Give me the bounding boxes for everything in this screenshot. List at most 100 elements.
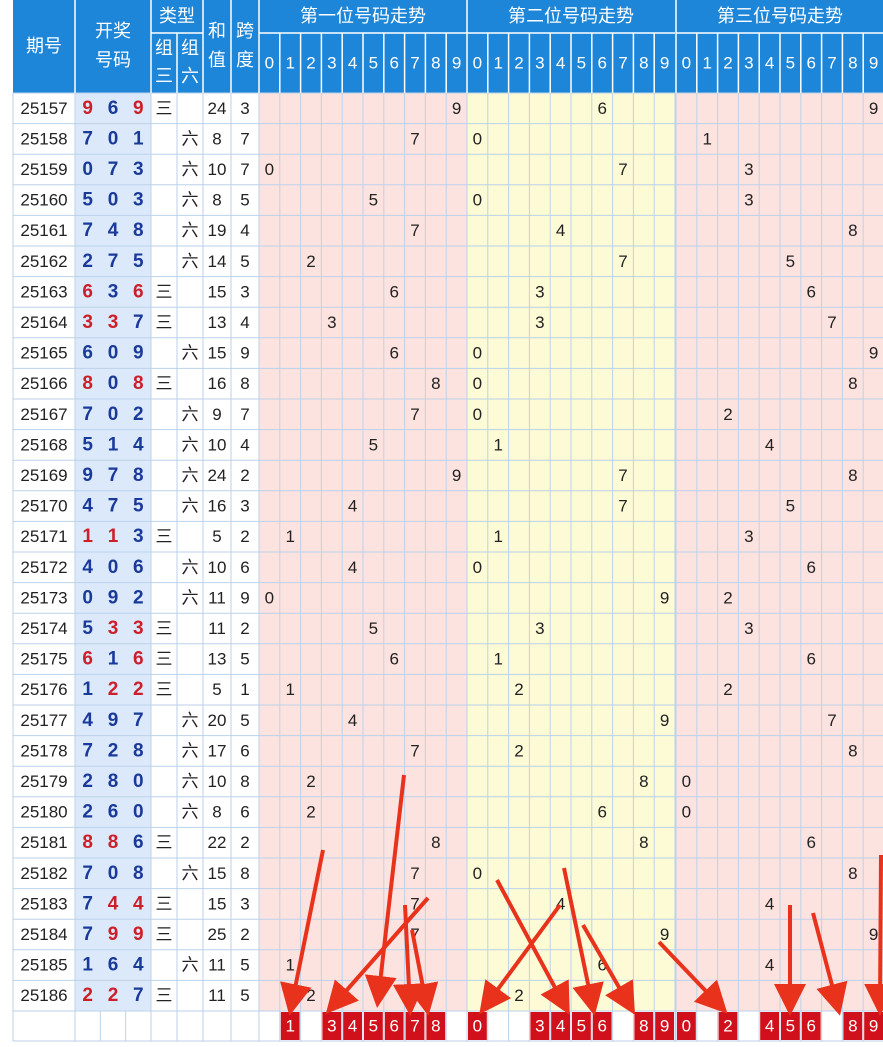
type-zu6-cell: 六 [182, 772, 199, 791]
header-sum: 值 [208, 50, 226, 70]
pick-digit: 7 [410, 1017, 419, 1036]
draw-digit: 3 [82, 312, 93, 333]
trend-grid: 期号开奖号码类型组三组六和值跨度第一位号码走势0 1 2 3 4 5 6 7 8 9第二位号码走势… [0, 0, 883, 1042]
pick-digit: 5 [577, 1017, 586, 1036]
trend-digit-pos1: 6 [389, 344, 398, 363]
draw-digit: 0 [108, 373, 119, 394]
header-digit: 0 [473, 54, 482, 73]
header-digit: 4 [348, 54, 357, 73]
trend-digit-pos3: 7 [827, 711, 836, 730]
header-digit: 1 [285, 54, 294, 73]
draw-digit: 0 [133, 802, 144, 823]
draw-digit: 0 [108, 190, 119, 211]
trend-digit-pos2: 0 [473, 864, 482, 883]
span-cell: 9 [240, 344, 249, 363]
trend-digit-pos2: 1 [493, 435, 502, 454]
header-digit: 5 [369, 54, 378, 73]
draw-digit: 3 [133, 526, 144, 547]
span-cell: 8 [240, 772, 249, 791]
sum-cell: 9 [212, 405, 221, 424]
header-digit: 0 [265, 54, 274, 73]
header-draw: 号码 [95, 50, 131, 70]
draw-digit: 9 [82, 465, 93, 486]
sum-cell: 10 [208, 160, 227, 179]
header-digit: 0 [682, 54, 691, 73]
trend-digit-pos2: 7 [618, 497, 627, 516]
trend-digit-pos2: 6 [597, 803, 606, 822]
draw-digit: 6 [133, 557, 144, 578]
trend-digit-pos1: 2 [306, 986, 315, 1005]
header-digit: 3 [327, 54, 336, 73]
type-zu3-cell: 三 [156, 925, 173, 944]
header-digit: 9 [869, 54, 878, 73]
draw-digit: 7 [108, 496, 119, 517]
period-cell: 25166 [20, 374, 67, 393]
type-zu6-cell: 六 [182, 160, 199, 179]
span-cell: 9 [240, 588, 249, 607]
sum-cell: 5 [212, 527, 221, 546]
type-zu6-cell: 六 [182, 405, 199, 424]
trend-digit-pos3: 8 [848, 221, 857, 240]
pick-digit: 2 [723, 1017, 732, 1036]
draw-digit: 3 [108, 312, 119, 333]
draw-digit: 6 [133, 832, 144, 853]
header-digit: 4 [765, 54, 774, 73]
header-zu6: 组 [181, 38, 199, 58]
header-digit: 3 [744, 54, 753, 73]
draw-digit: 7 [82, 220, 93, 241]
draw-digit: 0 [108, 404, 119, 425]
draw-digit: 9 [108, 924, 119, 945]
type-zu6-cell: 六 [182, 435, 199, 454]
type-zu3-cell: 三 [156, 650, 173, 669]
header-digit: 1 [493, 54, 502, 73]
span-cell: 2 [240, 527, 249, 546]
trend-digit-pos3: 3 [744, 527, 753, 546]
trend-digit-pos1: 1 [285, 680, 294, 699]
trend-digit-pos1: 9 [452, 99, 461, 118]
draw-digit: 6 [82, 281, 93, 302]
period-cell: 25164 [20, 313, 67, 332]
trend-digit-pos3: 3 [744, 191, 753, 210]
sum-cell: 20 [208, 711, 227, 730]
period-cell: 25160 [20, 191, 67, 210]
period-cell: 25168 [20, 435, 67, 454]
type-zu6-cell: 六 [182, 252, 199, 271]
header-digit: 9 [660, 54, 669, 73]
period-cell: 25161 [20, 221, 67, 240]
type-zu3-cell: 三 [156, 894, 173, 913]
sum-cell: 13 [208, 650, 227, 669]
header-zu6: 六 [181, 66, 199, 86]
header-digit: 7 [618, 54, 627, 73]
trend-digit-pos3: 0 [682, 803, 691, 822]
trend-digit-pos3: 4 [765, 956, 774, 975]
pick-digit: 8 [639, 1017, 648, 1036]
trend-digit-pos3: 6 [806, 558, 815, 577]
header-type: 类型 [159, 6, 195, 26]
type-zu3-cell: 三 [156, 282, 173, 301]
span-cell: 5 [240, 650, 249, 669]
span-cell: 5 [240, 986, 249, 1005]
trend-digit-pos1: 6 [389, 282, 398, 301]
header-position-title: 第三位号码走势 [717, 6, 843, 26]
trend-digit-pos1: 3 [327, 313, 336, 332]
header-period: 期号 [26, 36, 62, 56]
draw-digit: 7 [82, 863, 93, 884]
span-cell: 2 [240, 925, 249, 944]
period-cell: 25158 [20, 129, 67, 148]
trend-digit-pos2: 3 [535, 282, 544, 301]
draw-digit: 4 [108, 220, 119, 241]
span-cell: 7 [240, 129, 249, 148]
trend-digit-pos2: 7 [618, 252, 627, 271]
draw-digit: 1 [82, 526, 93, 547]
trend-digit-pos2: 0 [473, 558, 482, 577]
trend-digit-pos2: 3 [535, 619, 544, 638]
header-digit: 6 [389, 54, 398, 73]
trend-digit-pos3: 3 [744, 160, 753, 179]
period-cell: 25185 [20, 956, 67, 975]
trend-digit-pos1: 2 [306, 252, 315, 271]
sum-cell: 24 [208, 466, 227, 485]
draw-digit: 3 [133, 159, 144, 180]
sum-cell: 10 [208, 435, 227, 454]
period-cell: 25180 [20, 803, 67, 822]
trend-digit-pos2: 2 [514, 741, 523, 760]
